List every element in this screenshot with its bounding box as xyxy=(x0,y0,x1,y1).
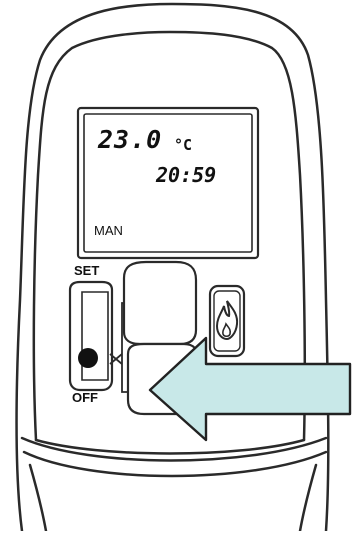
flame-button[interactable] xyxy=(208,284,246,358)
mode-indicator: MAN xyxy=(94,223,123,238)
up-button[interactable] xyxy=(122,260,198,346)
set-label: SET xyxy=(74,263,99,278)
temperature-readout: 23.0 xyxy=(97,125,162,154)
off-label: OFF xyxy=(72,390,98,405)
thermostat-figure: 23.0 °C 20:59 MAN SET OFF xyxy=(0,0,352,533)
time-readout: 20:59 xyxy=(155,163,216,187)
off-indicator-dot xyxy=(78,348,98,368)
thermostat-drawing: 23.0 °C 20:59 MAN SET OFF xyxy=(15,2,352,533)
set-off-switch[interactable] xyxy=(68,280,114,392)
temperature-unit: °C xyxy=(174,136,192,154)
